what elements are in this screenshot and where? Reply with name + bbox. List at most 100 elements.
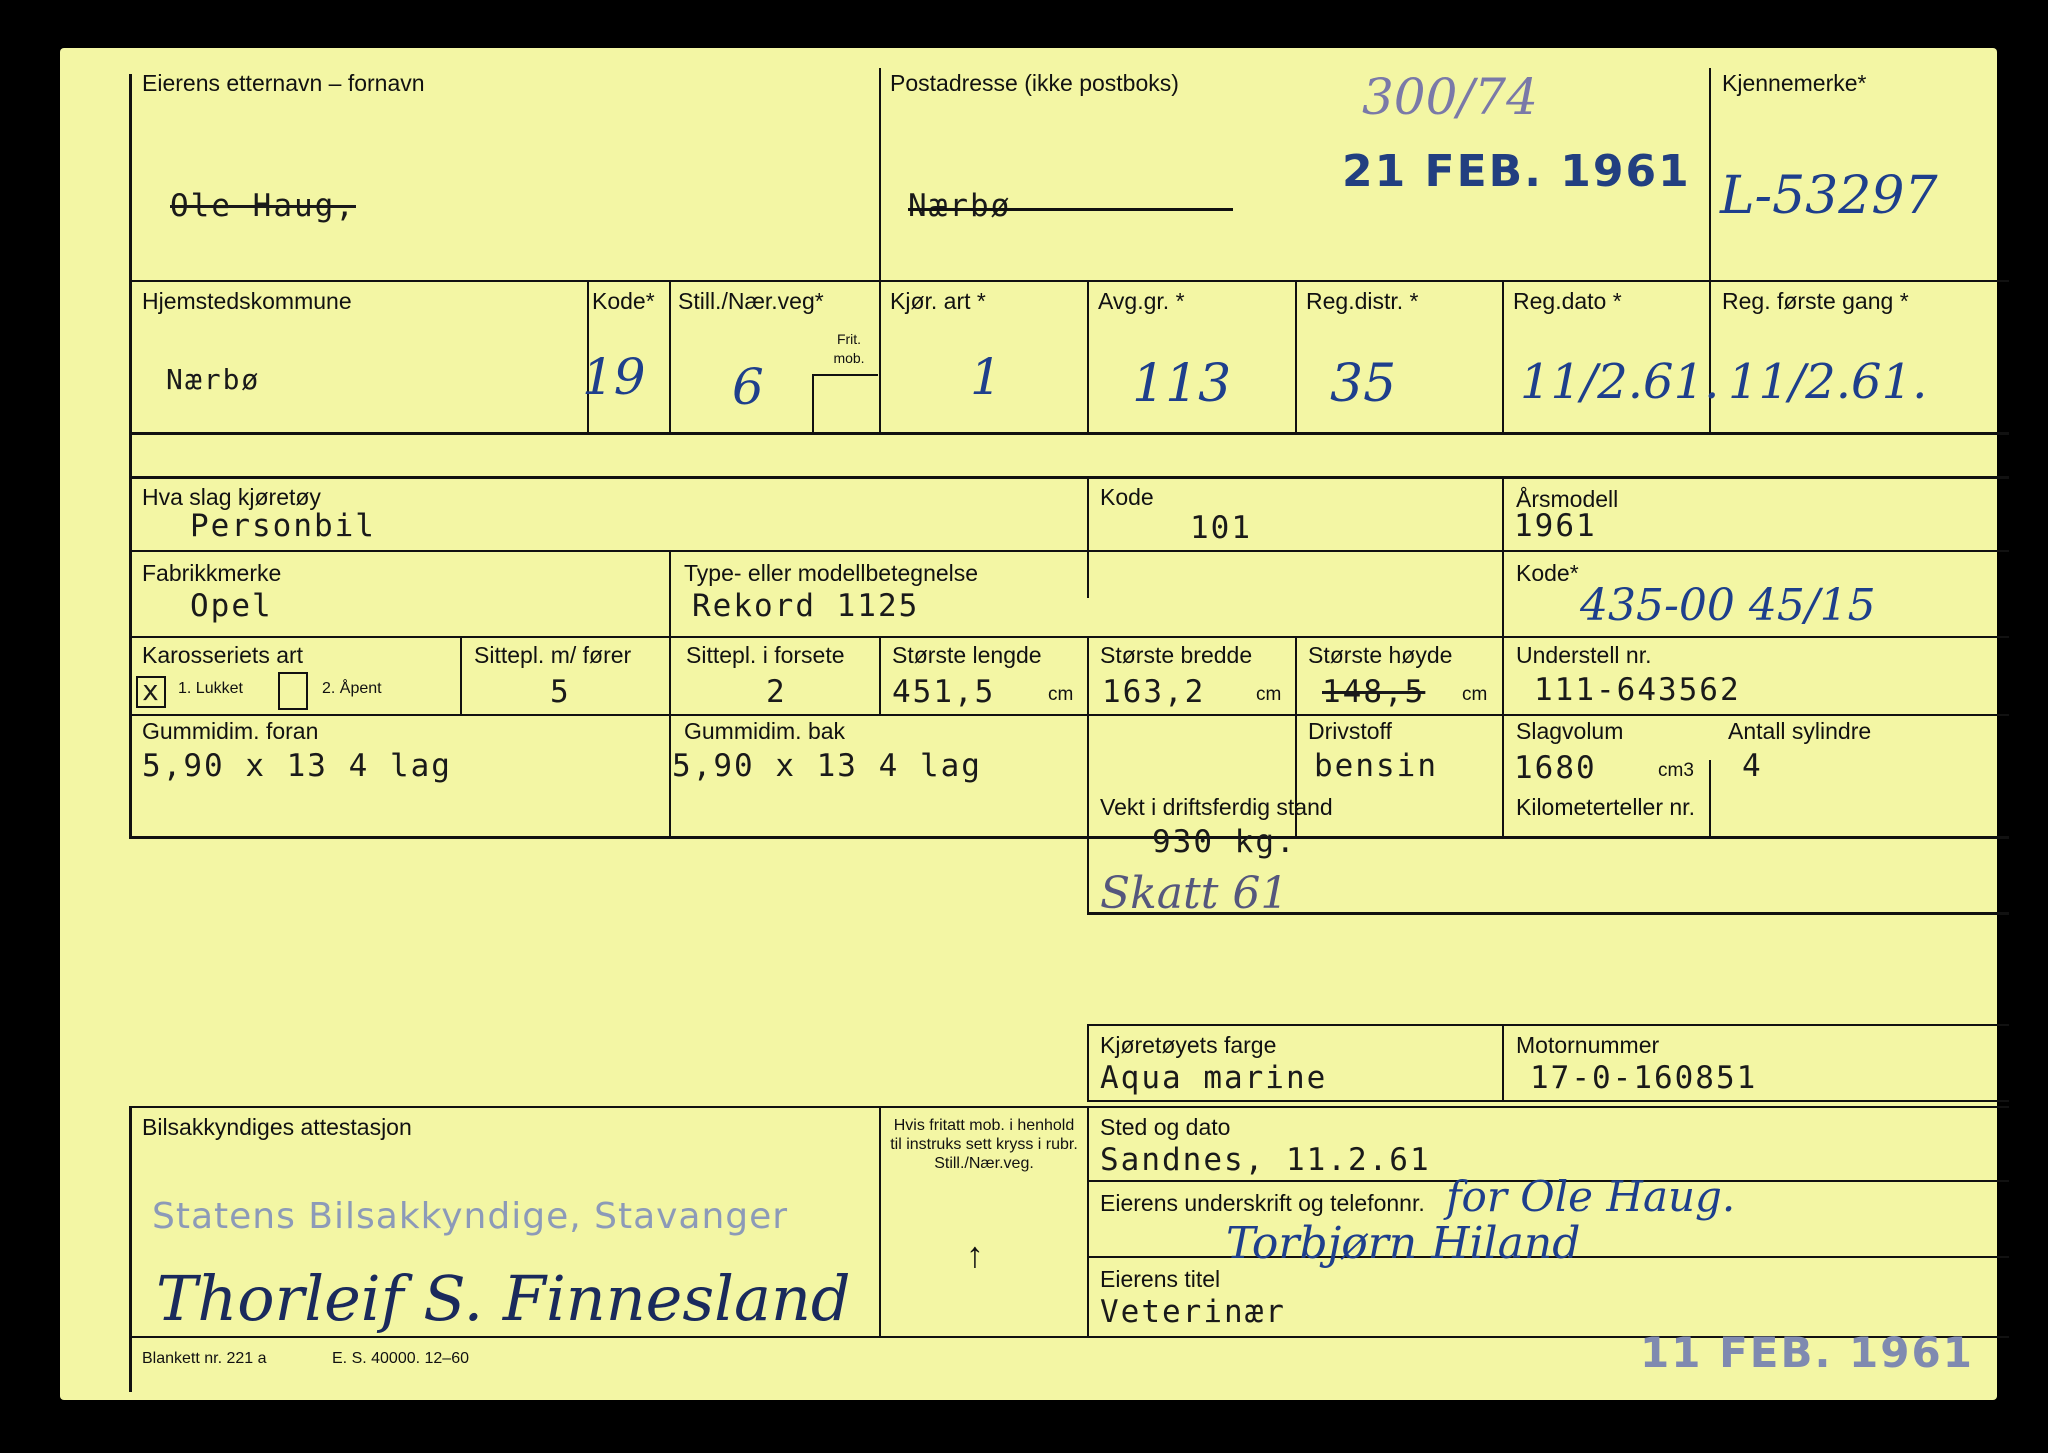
length-label: Største lengde (892, 642, 1042, 668)
inspector-stamp: Statens Bilsakkyndige, Stavanger (152, 1196, 789, 1237)
length-value: 451,5 (892, 674, 996, 710)
cylinders-label: Antall sylindre (1728, 718, 1872, 744)
arrow-icon: ↑ (966, 1234, 984, 1275)
fee-group-value: 113 (1132, 354, 1232, 414)
body-open-label: 2. Åpent (322, 680, 382, 697)
make-value: Opel (190, 588, 273, 624)
divider (460, 636, 462, 716)
width-unit: cm (1256, 684, 1282, 705)
divider (1502, 476, 1504, 838)
body-closed-checkbox (136, 676, 166, 708)
chassis-label: Understell nr. (1516, 642, 1652, 668)
body-open-checkbox (278, 672, 308, 710)
seats-label: Sittepl. m/ fører (474, 642, 632, 668)
file-number: 300/74 (1362, 68, 1538, 126)
tyre-front-value: 5,90 x 13 4 lag (142, 748, 452, 784)
row-line (1087, 1100, 2009, 1102)
colour-value: Aqua marine (1100, 1060, 1328, 1096)
engine-value: 17-0-160851 (1530, 1060, 1758, 1096)
divider (812, 374, 814, 432)
model-code-label: Kode* (1516, 560, 1579, 586)
left-border-bottom (129, 1106, 132, 1392)
inspector-signature: Thorleif S. Finnesland (156, 1262, 851, 1335)
exemption-instructions: Hvis fritatt mob. i henhold til instruks… (890, 1117, 1078, 1172)
front-seats-value: 2 (766, 674, 787, 710)
divider (669, 280, 671, 433)
chassis-value: 111-643562 (1534, 672, 1741, 708)
still-value: 6 (732, 358, 764, 416)
owner-title-value: Veterinær (1100, 1294, 1286, 1330)
code-value: 19 (582, 348, 646, 406)
model-year-value: 1961 (1514, 508, 1597, 544)
divider (879, 280, 881, 433)
divider (1087, 636, 1089, 838)
tyre-rear-value: 5,90 x 13 4 lag (672, 748, 982, 784)
model-code-value: 435-00 45/15 (1580, 580, 1876, 631)
row-line (129, 280, 2009, 282)
still-label: Still./Nær.veg* (678, 288, 824, 314)
body-label: Karosseriets art (142, 642, 304, 668)
owner-name-label: Eierens etternavn – fornavn (142, 70, 425, 96)
reg-date-label: Reg.dato * (1513, 288, 1622, 314)
home-municipality-value: Nærbø (166, 363, 261, 396)
divider (1709, 760, 1711, 838)
kind-code-label: Kode (1100, 484, 1154, 510)
odometer-label: Kilometerteller nr. (1516, 794, 1695, 820)
reg-mark-label: Kjennemerke* (1722, 70, 1867, 96)
divider (812, 374, 878, 376)
address-strike (908, 208, 1233, 211)
divider (669, 550, 671, 838)
place-date-value: Sandnes, 11.2.61 (1100, 1142, 1431, 1178)
divider (879, 636, 881, 716)
row-line (129, 432, 2009, 435)
make-label: Fabrikkmerke (142, 560, 282, 586)
divider (1087, 836, 1089, 914)
displacement-value: 1680 (1514, 750, 1597, 786)
place-date-label: Sted og dato (1100, 1114, 1231, 1140)
fee-group-label: Avg.gr. * (1098, 288, 1185, 314)
weight-label: Vekt i driftsferdig stand (1100, 794, 1333, 820)
seats-value: 5 (550, 674, 571, 710)
model-value: Rekord 1125 (692, 588, 920, 624)
height-value: 148,5 (1322, 674, 1426, 710)
tyre-rear-label: Gummidim. bak (684, 718, 846, 744)
address-value: Nærbø (908, 188, 1012, 224)
home-municipality-label: Hjemstedskommune (142, 288, 352, 314)
first-reg-label: Reg. første gang * (1722, 288, 1909, 314)
registration-card: Eierens etternavn – fornavn Ole Haug, Po… (60, 48, 2009, 1400)
vehicle-type-value: 1 (970, 348, 1002, 406)
owner-signature-line2: Torbjørn Hiland (1226, 1218, 1581, 1269)
divider (1502, 1024, 1504, 1102)
displacement-label: Slagvolum (1516, 718, 1624, 744)
divider (1087, 1024, 1089, 1102)
owner-signature-line1: for Ole Haug. (1446, 1172, 1736, 1221)
body-closed-label: 1. Lukket (178, 680, 243, 697)
engine-label: Motornummer (1516, 1032, 1660, 1058)
divider (1087, 280, 1089, 433)
vehicle-kind-label: Hva slag kjøretøy (142, 484, 321, 510)
vehicle-kind-value: Personbil (190, 508, 376, 544)
row-line (129, 714, 2009, 716)
cylinders-value: 4 (1742, 748, 1763, 784)
divider (1087, 476, 1089, 598)
fuel-value: bensin (1314, 748, 1438, 784)
received-stamp: 21 FEB. 1961 (1342, 146, 1691, 197)
weight-value: 930 kg. (1152, 824, 1297, 860)
width-label: Største bredde (1100, 642, 1253, 668)
width-value: 163,2 (1102, 674, 1206, 710)
model-label: Type- eller modellbetegnelse (684, 560, 979, 586)
divider (1502, 280, 1504, 433)
print-info: E. S. 40000. 12–60 (332, 1350, 469, 1367)
divider (1087, 1106, 1089, 1338)
length-unit: cm (1048, 684, 1074, 705)
row-line (129, 476, 2009, 479)
owner-title-label: Eierens titel (1100, 1266, 1221, 1292)
address-label: Postadresse (ikke postboks) (890, 70, 1179, 96)
row-line (129, 550, 2009, 552)
left-border-mid (129, 476, 132, 838)
bottom-date-stamp: 11 FEB. 1961 (1640, 1328, 1974, 1377)
height-label: Største høyde (1308, 642, 1453, 668)
displacement-unit: cm3 (1658, 760, 1694, 781)
kind-code-value: 101 (1190, 510, 1252, 546)
fuel-label: Drivstoff (1308, 718, 1392, 744)
